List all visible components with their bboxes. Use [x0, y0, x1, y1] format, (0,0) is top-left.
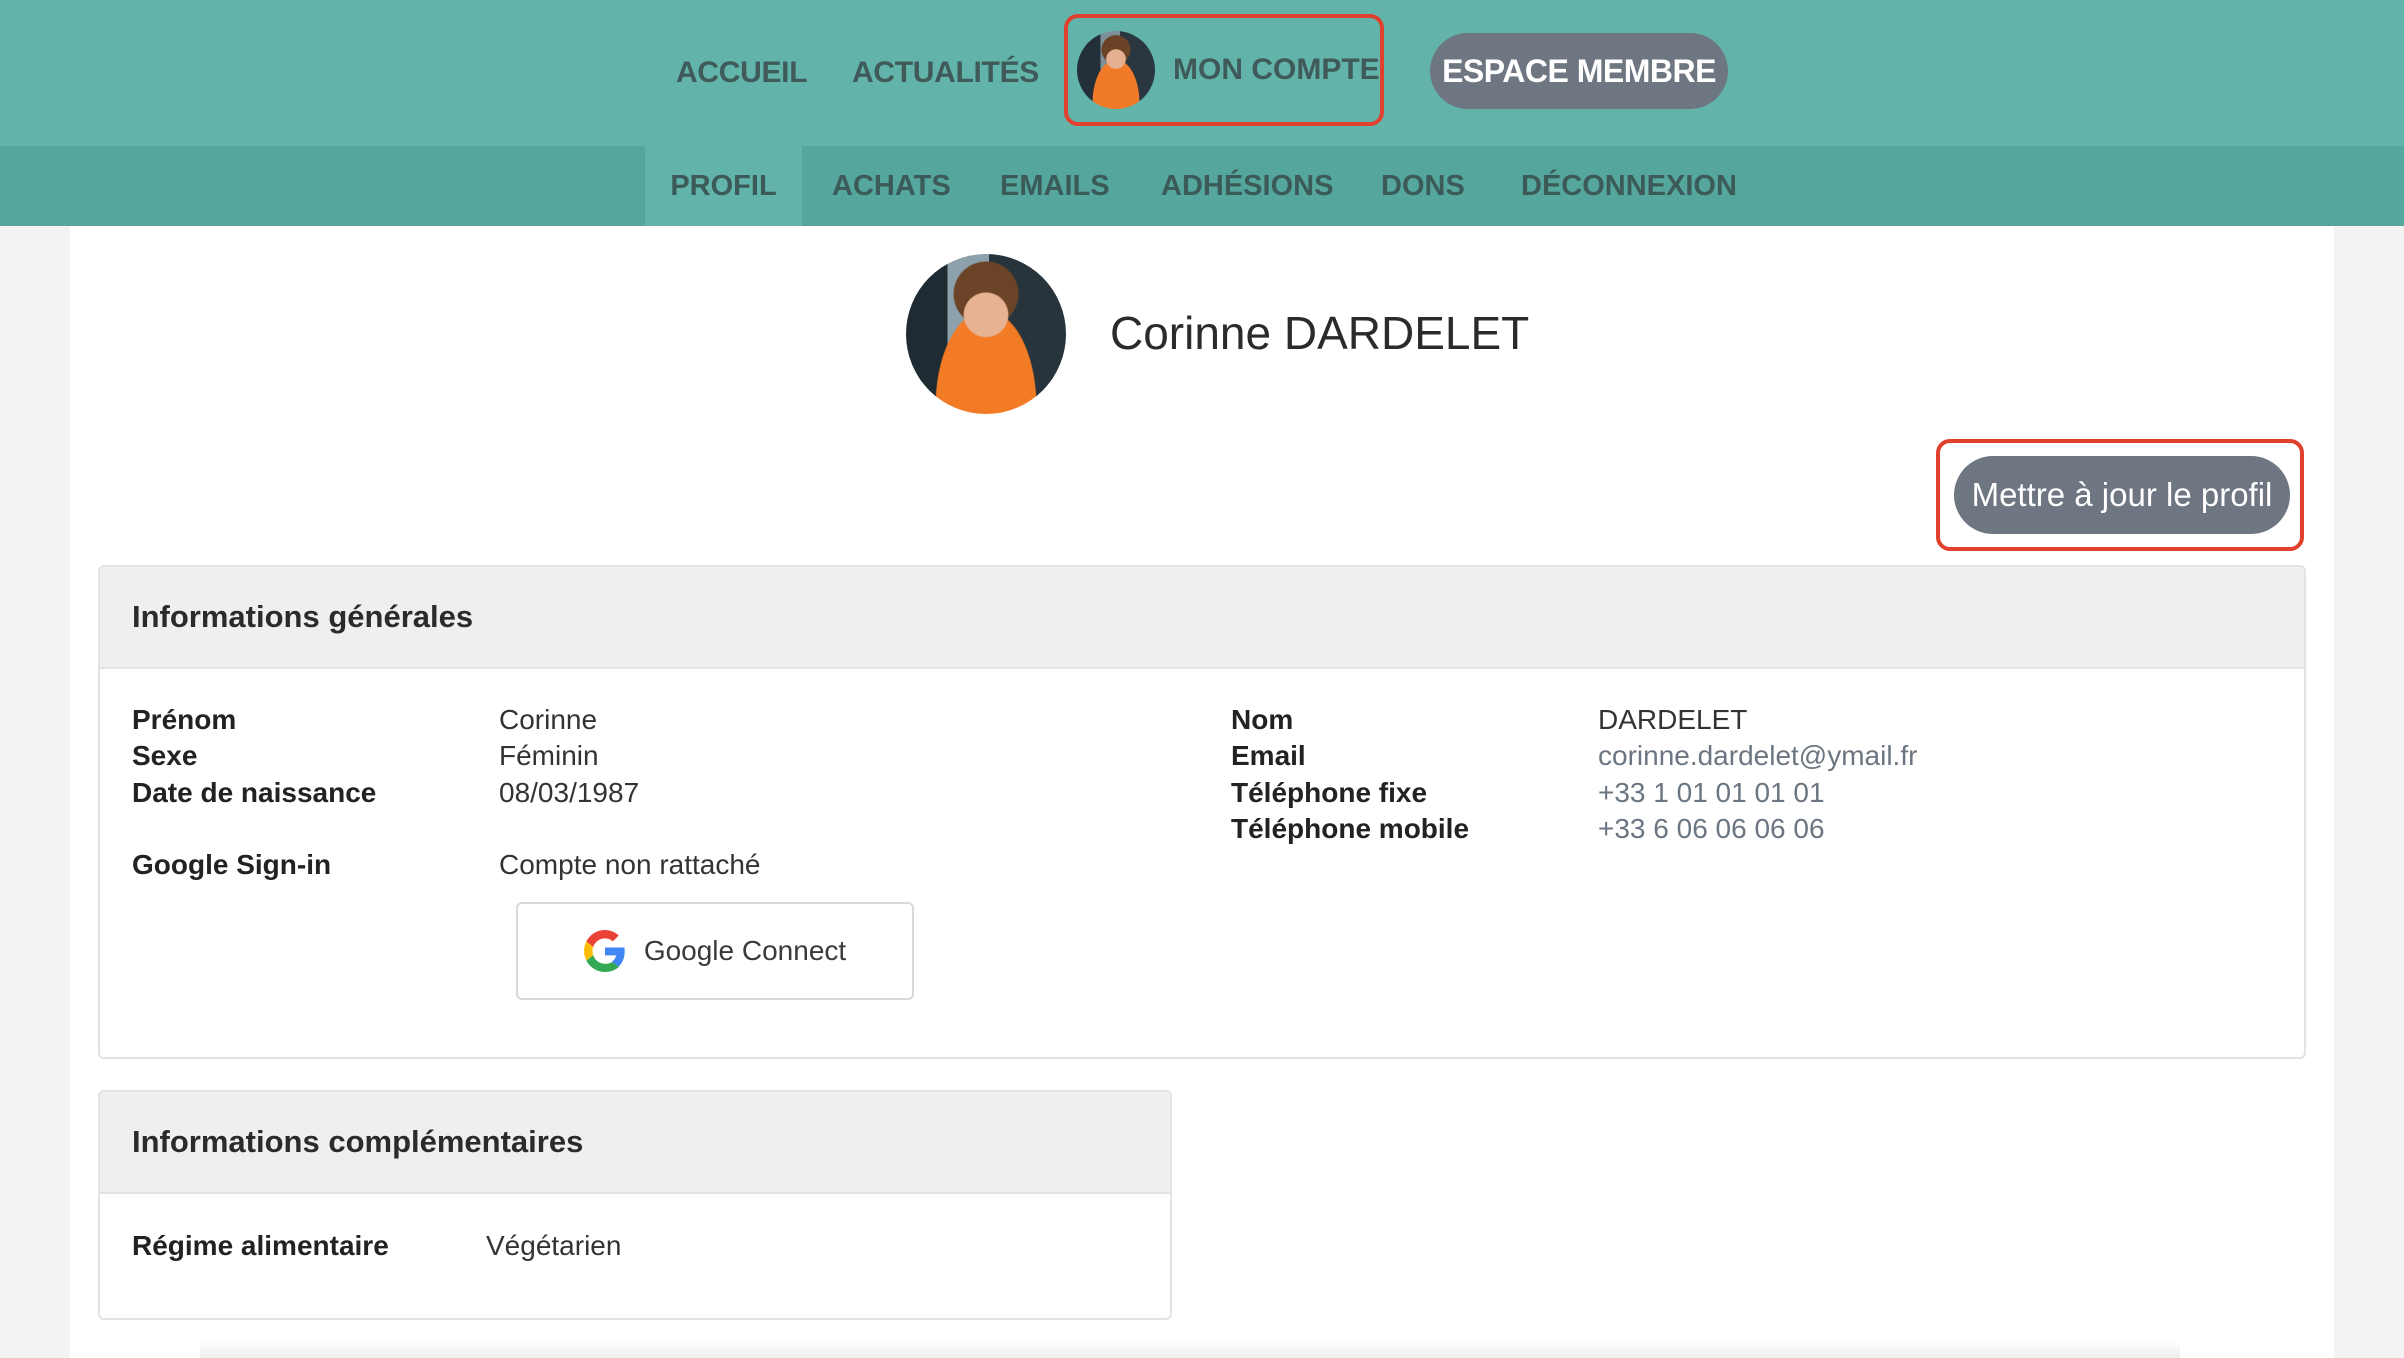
complementary-info-card: Informations complémentaires	[98, 1090, 1172, 1320]
nav-mon-compte-label: MON COMPTE	[1173, 53, 1380, 86]
nav-mon-compte[interactable]: MON COMPTE	[1064, 14, 1384, 126]
email-label: Email	[1231, 740, 1306, 771]
sexe-label: Sexe	[132, 740, 198, 771]
nav-accueil[interactable]: ACCUEIL	[676, 0, 808, 146]
naissance-label: Date de naissance	[132, 777, 377, 808]
complementary-info-title: Informations complémentaires	[100, 1092, 1170, 1194]
regime-value: Végétarien	[486, 1230, 622, 1261]
tab-deconnexion[interactable]: DÉCONNEXION	[1521, 146, 1737, 226]
profile-photo	[906, 254, 1066, 414]
regime-label: Régime alimentaire	[132, 1230, 389, 1261]
tab-achats[interactable]: ACHATS	[832, 146, 951, 226]
general-info-card: Informations générales	[98, 565, 2306, 1059]
telephone-mobile-value[interactable]: +33 6 06 06 06 06	[1598, 813, 1825, 845]
tab-emails[interactable]: EMAILS	[1000, 146, 1110, 226]
google-connect-label: Google Connect	[643, 935, 847, 966]
profile-name: Corinne DARDELET	[1110, 307, 1530, 359]
naissance-value: 08/03/1987	[499, 777, 640, 808]
nom-value: DARDELET	[1598, 704, 1748, 735]
google-connect-button[interactable]: Google Connect	[516, 902, 914, 1000]
page-bottom-shadow	[200, 1340, 2180, 1358]
google-signin-label: Google Sign-in	[132, 849, 332, 880]
tab-adhesions[interactable]: ADHÉSIONS	[1161, 146, 1333, 226]
nom-label: Nom	[1231, 704, 1294, 735]
google-signin-value: Compte non rattaché	[499, 849, 761, 880]
general-info-title: Informations générales	[100, 567, 2304, 669]
tab-dons[interactable]: DONS	[1381, 146, 1465, 226]
telephone-fixe-label: Téléphone fixe	[1231, 777, 1428, 808]
telephone-mobile-label: Téléphone mobile	[1231, 813, 1470, 844]
telephone-fixe-value[interactable]: +33 1 01 01 01 01	[1598, 777, 1825, 809]
email-value[interactable]: corinne.dardelet@ymail.fr	[1598, 740, 1917, 772]
tab-profil[interactable]: PROFIL	[645, 146, 802, 226]
sexe-value: Féminin	[499, 740, 599, 771]
espace-membre-button[interactable]: ESPACE MEMBRE	[1430, 33, 1728, 109]
prenom-label: Prénom	[132, 704, 237, 735]
account-avatar	[1077, 31, 1155, 109]
nav-actualites[interactable]: ACTUALITÉS	[852, 0, 1039, 146]
update-profile-button[interactable]: Mettre à jour le profil	[1954, 456, 2290, 534]
prenom-value: Corinne	[499, 704, 598, 735]
google-g-icon	[583, 930, 625, 972]
